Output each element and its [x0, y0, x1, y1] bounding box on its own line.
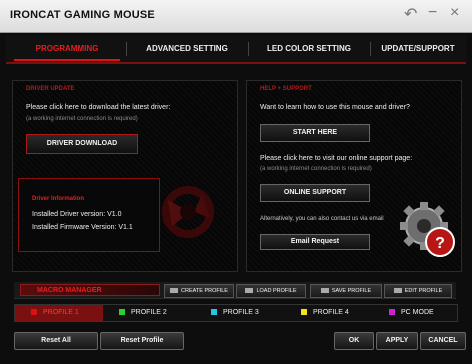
load-profile-label: LOAD PROFILE	[256, 288, 297, 294]
create-profile-button[interactable]: CREATE PROFILE	[164, 284, 234, 298]
online-support-button[interactable]: ONLINE SUPPORT	[260, 184, 370, 202]
reset-all-button[interactable]: Reset All	[14, 332, 98, 350]
email-contact-note: Alternatively, you can also contact us v…	[260, 216, 384, 222]
ironcat-logo-icon	[162, 186, 214, 238]
tab-separator	[126, 42, 127, 56]
tab-programming[interactable]: PROGRAMMING	[14, 39, 120, 61]
profile-3-label: PROFILE 3	[223, 309, 259, 316]
profile-1-tab[interactable]: PROFILE 1	[15, 305, 103, 321]
app-title: IRONCAT GAMING MOUSE	[10, 9, 155, 21]
load-profile-icon	[245, 288, 254, 294]
learn-how-prompt: Want to learn how to use this mouse and …	[260, 104, 410, 111]
driver-info-title: Driver Information	[32, 196, 85, 202]
profile-tabs: PROFILE 1 PROFILE 2 PROFILE 3 PROFILE 4 …	[14, 304, 458, 322]
main-window: IRONCAT GAMING MOUSE ↶ − × PROGRAMMING A…	[0, 0, 472, 364]
title-bar: IRONCAT GAMING MOUSE ↶ − ×	[0, 0, 472, 33]
edit-profile-label: EDIT PROFILE	[404, 288, 443, 294]
profile-4-tab[interactable]: PROFILE 4	[301, 305, 385, 321]
footer-bar: Reset All Reset Profile OK APPLY CANCEL	[0, 324, 472, 364]
profile-2-color-swatch	[119, 309, 125, 316]
reset-profile-button[interactable]: Reset Profile	[100, 332, 184, 350]
installed-firmware-version: Installed Firmware Version: V1.1	[32, 224, 133, 231]
save-profile-button[interactable]: SAVE PROFILE	[310, 284, 382, 298]
minimize-icon[interactable]: −	[428, 4, 437, 22]
tab-advanced-setting[interactable]: ADVANCED SETTING	[132, 39, 242, 59]
tab-separator	[370, 42, 371, 56]
tab-update-support[interactable]: UPDATE/SUPPORT	[376, 39, 460, 59]
profile-4-color-swatch	[301, 309, 307, 316]
profile-2-label: PROFILE 2	[131, 309, 167, 316]
installed-driver-version: Installed Driver version: V1.0	[32, 211, 122, 218]
ok-button[interactable]: OK	[334, 332, 374, 350]
pc-mode-color-swatch	[389, 309, 395, 316]
back-icon[interactable]: ↶	[404, 4, 417, 24]
save-profile-icon	[320, 288, 329, 294]
macro-manager-bar: MACRO MANAGER CREATE PROFILE LOAD PROFIL…	[14, 282, 456, 299]
driver-update-title: DRIVER UPDATE	[26, 86, 75, 92]
load-profile-button[interactable]: LOAD PROFILE	[236, 284, 306, 298]
tab-led-color-setting[interactable]: LED COLOR SETTING	[254, 39, 364, 59]
pc-mode-label: PC MODE	[401, 309, 434, 316]
svg-text:?: ?	[435, 235, 445, 252]
support-connection-note: (a working internet connection is requir…	[260, 166, 372, 172]
start-here-button[interactable]: START HERE	[260, 124, 370, 142]
edit-profile-button[interactable]: EDIT PROFILE	[384, 284, 452, 298]
tab-bar: PROGRAMMING ADVANCED SETTING LED COLOR S…	[6, 36, 466, 64]
close-icon[interactable]: ×	[450, 4, 459, 22]
profile-2-tab[interactable]: PROFILE 2	[119, 305, 203, 321]
profile-3-tab[interactable]: PROFILE 3	[211, 305, 295, 321]
edit-profile-icon	[393, 288, 402, 294]
cancel-button[interactable]: CANCEL	[420, 332, 466, 350]
driver-download-button[interactable]: DRIVER DOWNLOAD	[26, 134, 138, 154]
save-profile-label: SAVE PROFILE	[331, 288, 372, 294]
support-page-prompt: Please click here to visit our online su…	[260, 155, 413, 162]
create-profile-label: CREATE PROFILE	[181, 288, 228, 294]
pc-mode-tab[interactable]: PC MODE	[389, 305, 457, 321]
macro-manager-label[interactable]: MACRO MANAGER	[20, 284, 160, 296]
apply-button[interactable]: APPLY	[376, 332, 418, 350]
driver-connection-note: (a working internet connection is requir…	[26, 116, 138, 122]
help-support-title: HELP + SUPPORT	[260, 86, 312, 92]
create-profile-icon	[170, 288, 179, 294]
gear-help-icon: ?	[400, 202, 455, 257]
email-request-button[interactable]: Email Request	[260, 234, 370, 250]
profile-1-label: PROFILE 1	[43, 309, 79, 316]
driver-download-prompt: Please click here to download the latest…	[26, 104, 171, 111]
tab-separator	[248, 42, 249, 56]
profile-3-color-swatch	[211, 309, 217, 316]
profile-1-color-swatch	[31, 309, 37, 316]
profile-4-label: PROFILE 4	[313, 309, 349, 316]
